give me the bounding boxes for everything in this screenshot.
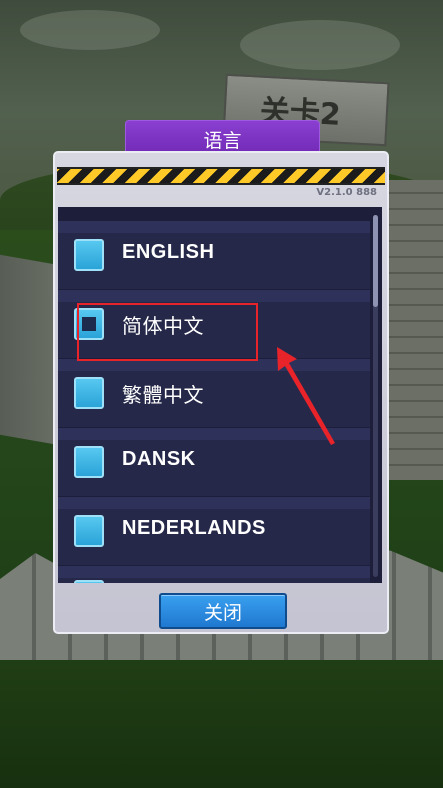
language-option-partial[interactable]	[58, 566, 370, 583]
language-dialog: 语言 V2.1.0 888 ENGLISH 简体中文 繁體中文 DANSK NE…	[0, 0, 443, 788]
language-label: DANSK	[122, 448, 196, 470]
checkbox-icon[interactable]	[74, 239, 104, 271]
checkbox-icon[interactable]	[74, 515, 104, 547]
checkbox-icon[interactable]	[74, 446, 104, 478]
hazard-stripe	[57, 167, 385, 185]
language-option-english[interactable]: ENGLISH	[58, 221, 370, 289]
checkbox-icon[interactable]	[74, 377, 104, 409]
close-button-label: 关闭	[203, 601, 242, 624]
scrollbar-thumb[interactable]	[373, 215, 378, 307]
language-option-dutch[interactable]: NEDERLANDS	[58, 497, 370, 565]
close-button[interactable]: 关闭	[159, 593, 287, 629]
language-label: 繁體中文	[122, 383, 204, 407]
version-label: V2.1.0 888	[316, 187, 377, 198]
annotation-arrow-icon	[277, 347, 335, 445]
list-scrollbar[interactable]	[373, 215, 378, 577]
checkbox-icon[interactable]	[74, 580, 104, 583]
annotation-highlight-box	[77, 303, 258, 361]
language-label: ENGLISH	[122, 241, 215, 263]
dialog-title: 语言	[203, 129, 242, 152]
language-label: NEDERLANDS	[122, 517, 266, 539]
